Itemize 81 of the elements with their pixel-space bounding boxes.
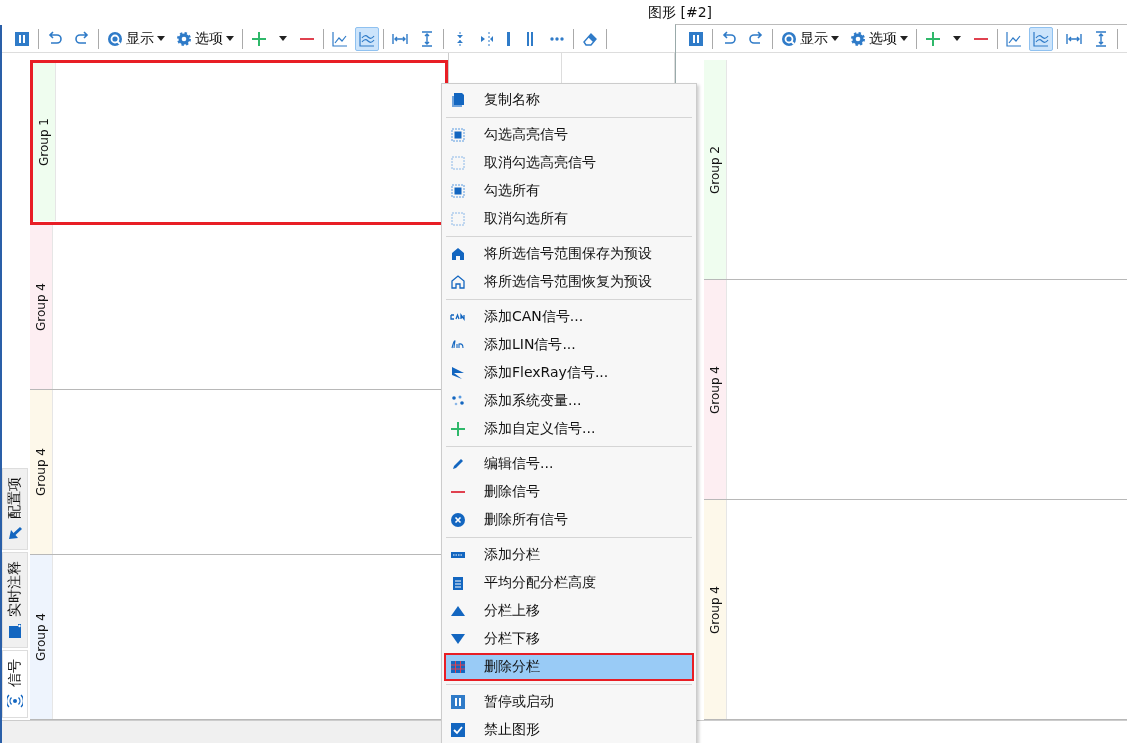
bar-icon [506, 30, 511, 47]
undo-icon [721, 30, 737, 47]
add-icon [925, 30, 941, 47]
side-tab[interactable]: 实时注释 [2, 552, 28, 648]
dashed-square-icon [450, 211, 466, 227]
redo-icon [748, 30, 764, 47]
side-tab[interactable]: 信号 [2, 650, 28, 718]
group-label: Group 2 [708, 145, 722, 194]
group-label: Group 4 [34, 283, 48, 331]
menu-item[interactable]: 复制名称 [444, 86, 694, 114]
menu-item[interactable]: 删除分栏 [444, 653, 694, 681]
pause-icon [450, 694, 466, 710]
menu-item[interactable]: 添加自定义信号... [444, 415, 694, 443]
menu-item[interactable]: 禁止图形 [444, 716, 694, 743]
menu-item[interactable]: 添加分栏 [444, 541, 694, 569]
group-label: Group 4 [34, 613, 48, 661]
plus-icon [450, 421, 466, 437]
caret-icon [952, 35, 962, 42]
menu-item[interactable]: 编辑信号... [444, 450, 694, 478]
menu-item[interactable]: 勾选所有 [444, 177, 694, 205]
remove-icon [299, 36, 315, 41]
eraser-icon [582, 30, 598, 47]
menu-item[interactable]: 删除所有信号 [444, 506, 694, 534]
options-menu-button[interactable]: 选项 [846, 26, 912, 51]
add-icon [251, 30, 267, 47]
remove-icon [973, 36, 989, 41]
group-label: Group 1 [37, 118, 51, 166]
v-fit-icon [419, 30, 435, 47]
dots-icon [549, 35, 565, 42]
group-label: Group 4 [34, 448, 48, 496]
v-fit-icon [1093, 30, 1109, 47]
grid-icon [450, 659, 466, 675]
wave-icon [359, 30, 375, 47]
options-icon [850, 30, 866, 47]
group-label: Group 4 [708, 585, 722, 634]
signal-icon [7, 693, 23, 709]
display-menu-button[interactable]: 显示 [103, 26, 169, 51]
minus-icon [450, 490, 466, 494]
menu-item[interactable]: 删除信号 [444, 478, 694, 506]
side-tab[interactable]: 配置项 [2, 468, 28, 550]
checkbox-icon [450, 722, 466, 738]
note-icon [7, 623, 23, 639]
equal-pane-icon [450, 575, 466, 591]
menu-item[interactable]: 暂停或启动 [444, 688, 694, 716]
window-title: 图形 [#2] [648, 3, 712, 22]
menu-item[interactable]: 分栏上移 [444, 597, 694, 625]
group-label: Group 4 [708, 365, 722, 414]
wave-icon [1033, 30, 1049, 47]
menu-item[interactable]: 取消勾选高亮信号 [444, 149, 694, 177]
pause-icon [14, 30, 30, 47]
undo-icon [47, 30, 63, 47]
menu-item[interactable]: 添加CAN信号... [444, 303, 694, 331]
pause-icon [688, 30, 704, 47]
pencil-icon [450, 456, 466, 472]
options-icon [176, 30, 192, 47]
menu-item[interactable]: 将所选信号范围恢复为预设 [444, 268, 694, 296]
menu-item[interactable]: 添加LIN信号... [444, 331, 694, 359]
house-icon [450, 246, 466, 262]
wave-button[interactable] [355, 26, 379, 51]
wave-button[interactable] [1029, 26, 1053, 51]
menu-item[interactable]: 平均分配分栏高度 [444, 569, 694, 597]
checked-square-icon [450, 127, 466, 143]
redo-icon [74, 30, 90, 47]
line-chart-icon [332, 30, 348, 47]
house-outline-icon [450, 274, 466, 290]
dashed-square-icon [450, 155, 466, 171]
menu-item[interactable]: 将所选信号范围保存为预设 [444, 240, 694, 268]
options-menu-button[interactable]: 选项 [172, 26, 238, 51]
checked-square-icon [450, 183, 466, 199]
line-chart-icon [1006, 30, 1022, 47]
menu-item[interactable]: 添加FlexRay信号... [444, 359, 694, 387]
menu-item[interactable]: 取消勾选所有 [444, 205, 694, 233]
cursor-out-icon [479, 30, 495, 47]
menu-item[interactable]: 添加系统变量... [444, 387, 694, 415]
arrow-icon [7, 525, 23, 541]
menu-item[interactable]: 分栏下移 [444, 625, 694, 653]
display-menu-button[interactable]: 显示 [777, 26, 843, 51]
caret-icon [278, 35, 288, 42]
x-circle-icon [450, 512, 466, 528]
menu-item[interactable]: 勾选高亮信号 [444, 121, 694, 149]
copy-icon [450, 92, 466, 108]
